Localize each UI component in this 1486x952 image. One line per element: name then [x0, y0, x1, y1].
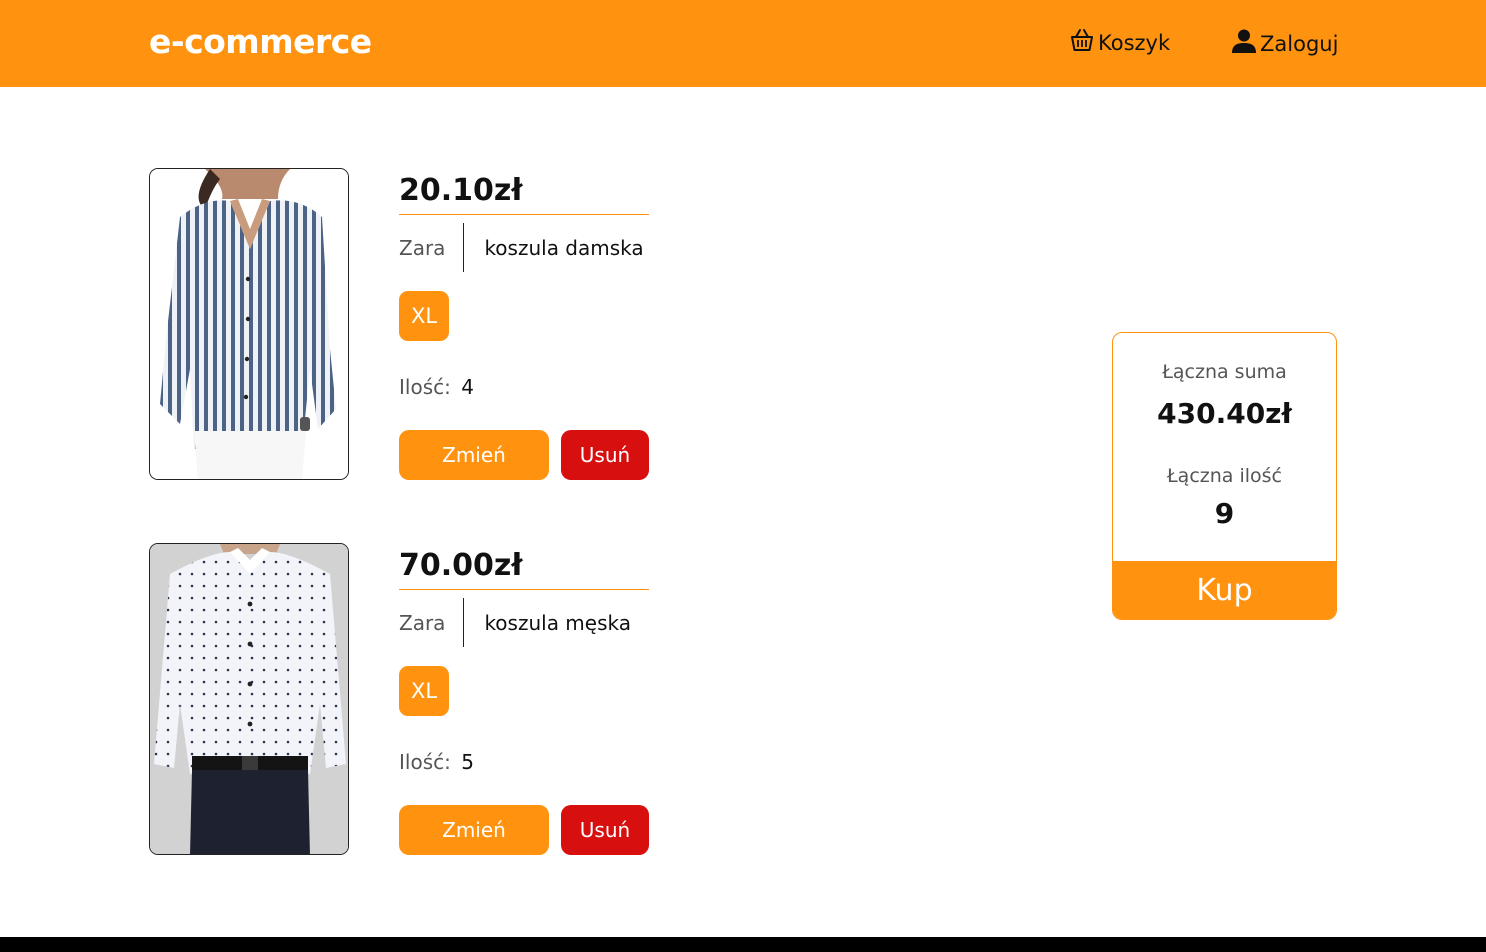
item-quantity: Ilość: 4 [399, 375, 474, 399]
cart-item: 70.00zł Zara koszula męska XL Ilość: 5 Z… [149, 543, 669, 855]
remove-button[interactable]: Usuń [561, 430, 649, 480]
item-brand: Zara [399, 223, 465, 272]
total-sum-value: 430.40zł [1157, 397, 1292, 430]
item-meta: Zara koszula męska [399, 598, 631, 647]
footer-bar [0, 937, 1486, 952]
change-button[interactable]: Zmień [399, 430, 549, 480]
cart-item: 20.10zł Zara koszula damska XL Ilość: 4 … [149, 168, 669, 480]
product-image[interactable] [149, 168, 349, 480]
size-badge[interactable]: XL [399, 291, 449, 341]
quantity-label: Ilość: [399, 375, 451, 399]
product-image[interactable] [149, 543, 349, 855]
item-quantity: Ilość: 5 [399, 750, 474, 774]
item-name: koszula męska [484, 610, 631, 635]
total-quantity-label: Łączna ilość [1167, 465, 1282, 487]
cart-link-label: Koszyk [1098, 30, 1171, 55]
quantity-value: 4 [461, 375, 474, 399]
item-name: koszula damska [484, 235, 644, 260]
order-summary-card: Łączna suma 430.40zł Łączna ilość 9 Kup [1112, 332, 1337, 620]
login-link[interactable]: Zaloguj [1231, 28, 1338, 59]
total-sum-label: Łączna suma [1162, 361, 1287, 383]
item-brand: Zara [399, 598, 465, 647]
item-meta: Zara koszula damska [399, 223, 644, 272]
change-button[interactable]: Zmień [399, 805, 549, 855]
buy-button[interactable]: Kup [1113, 561, 1336, 619]
item-price: 70.00zł [399, 545, 649, 590]
size-badge[interactable]: XL [399, 666, 449, 716]
item-price: 20.10zł [399, 170, 649, 215]
quantity-value: 5 [461, 750, 474, 774]
basket-icon [1069, 28, 1098, 57]
remove-button[interactable]: Usuń [561, 805, 649, 855]
total-quantity-value: 9 [1214, 497, 1235, 530]
quantity-label: Ilość: [399, 750, 451, 774]
user-icon [1231, 28, 1260, 59]
top-navbar: e-commerce Koszyk Zaloguj [0, 0, 1486, 87]
brand-logo[interactable]: e-commerce [149, 22, 372, 61]
cart-link[interactable]: Koszyk [1069, 28, 1170, 57]
striped-shirt-photo [150, 169, 348, 479]
dotted-shirt-photo [150, 544, 348, 854]
login-link-label: Zaloguj [1260, 31, 1339, 56]
